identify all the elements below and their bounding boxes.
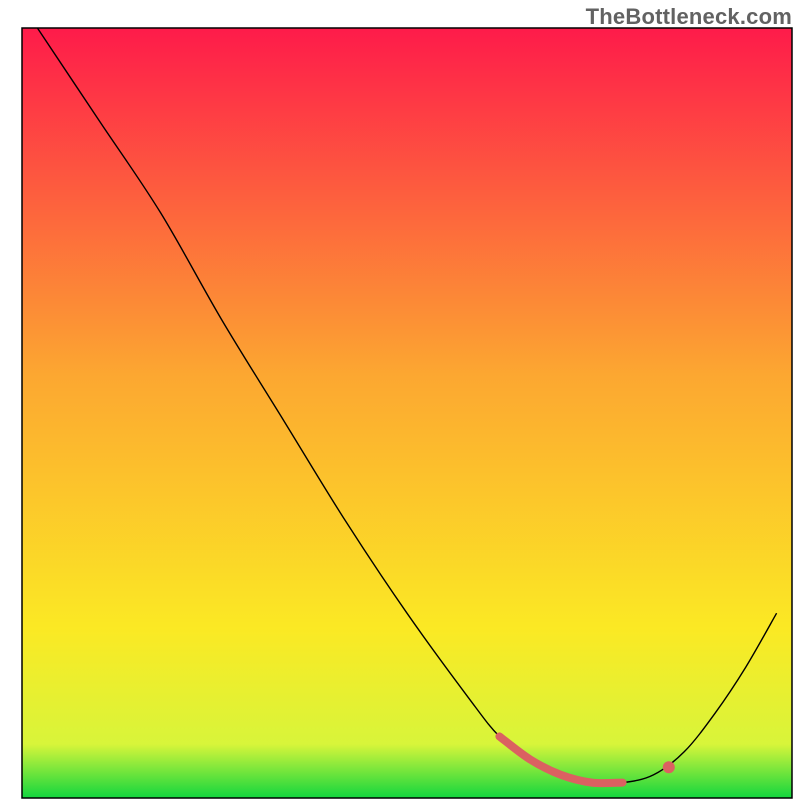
watermark-text: TheBottleneck.com — [586, 4, 792, 30]
chart-container: TheBottleneck.com — [0, 0, 800, 800]
plot-background — [22, 28, 792, 798]
highlight-end-marker — [663, 761, 675, 773]
bottleneck-chart — [0, 0, 800, 800]
